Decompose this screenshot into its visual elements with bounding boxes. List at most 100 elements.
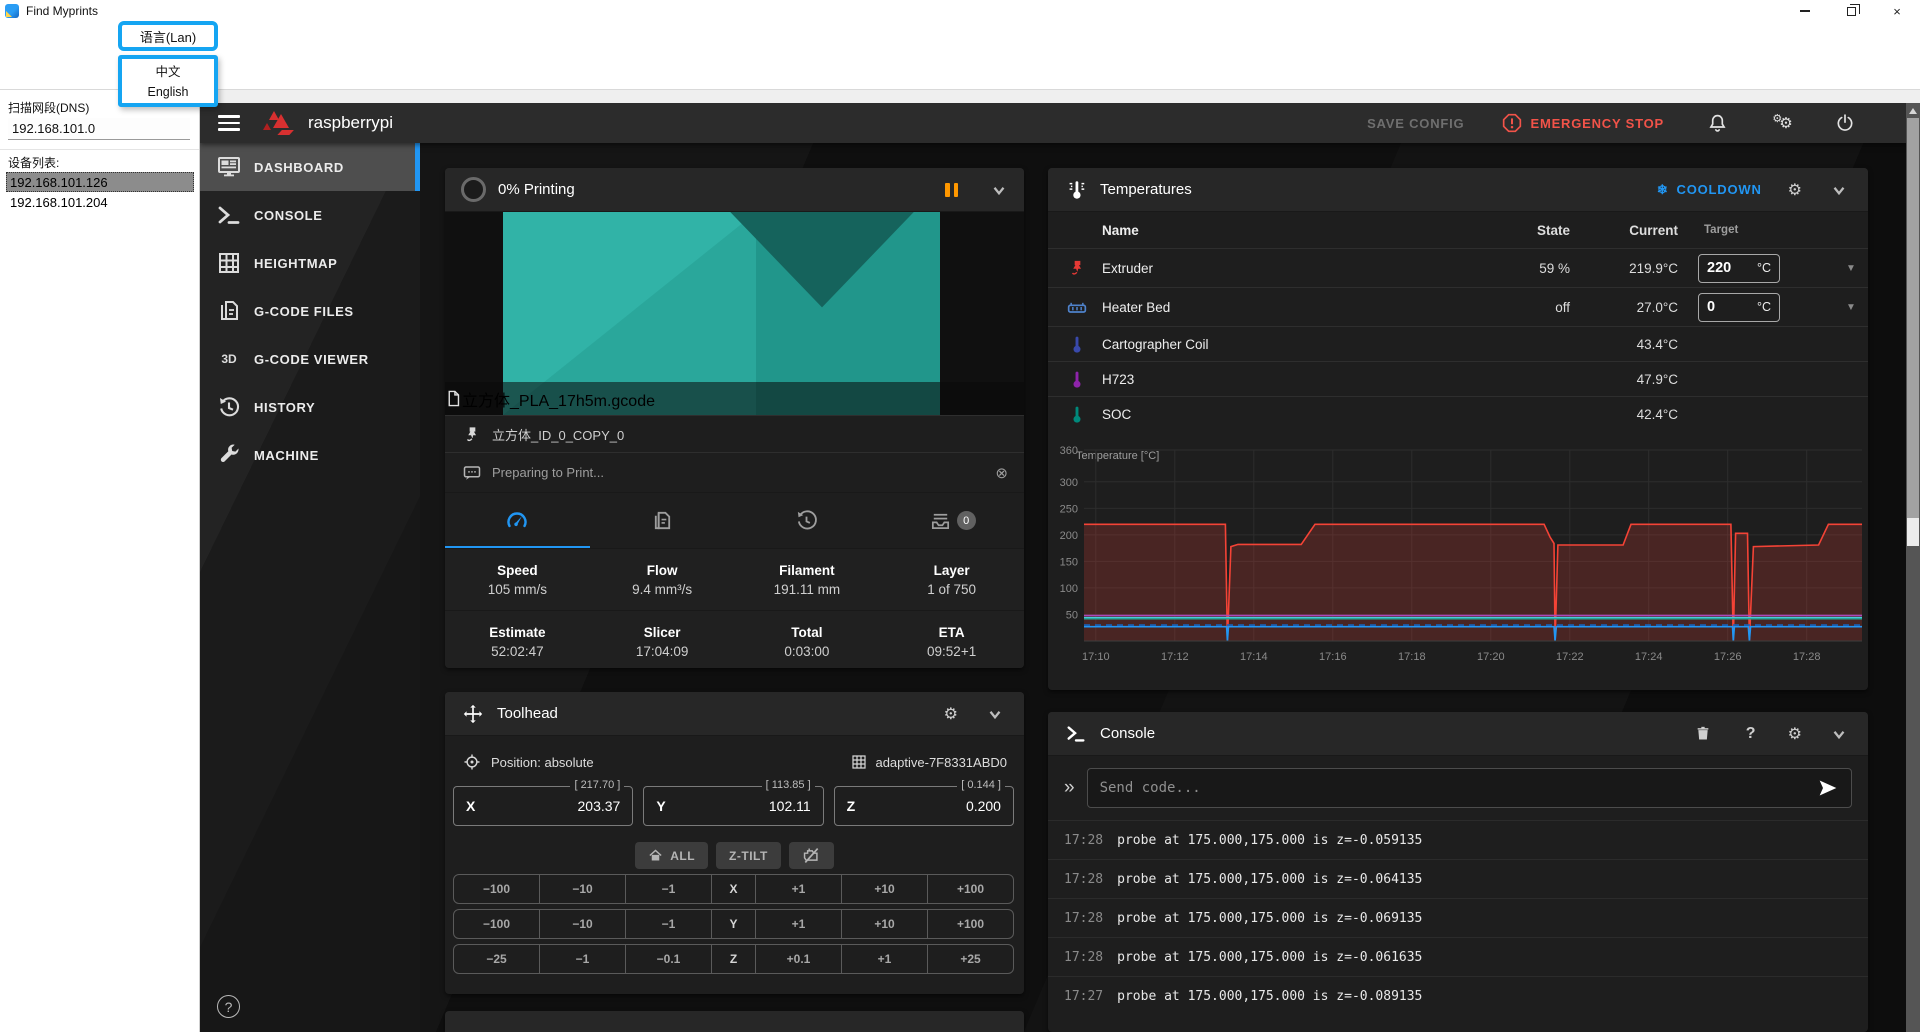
- target-temp-input[interactable]: 0°C: [1698, 293, 1780, 322]
- svg-text:17:10: 17:10: [1082, 651, 1110, 663]
- scrollbar-thumb[interactable]: [1907, 118, 1919, 518]
- jog-button[interactable]: −25: [454, 945, 539, 973]
- chevron-dropdown-icon[interactable]: ▼: [1834, 302, 1868, 313]
- jog-button[interactable]: +0.1: [755, 945, 841, 973]
- jog-button[interactable]: +100: [927, 910, 1013, 938]
- stat-label: Slicer: [644, 625, 681, 640]
- jog-button[interactable]: +1: [755, 910, 841, 938]
- help-question-icon[interactable]: ?: [1740, 723, 1762, 745]
- temperature-row-extruder: Extruder59 %219.9°C220°C▼: [1048, 248, 1868, 287]
- nav-item-g-code-files[interactable]: G-CODE FILES: [200, 287, 420, 335]
- thermometer-icon: [1062, 335, 1092, 354]
- nav-item-console[interactable]: CONSOLE: [200, 191, 420, 239]
- radiator-icon: [1062, 299, 1092, 315]
- nav-item-label: G-CODE FILES: [254, 304, 354, 319]
- jog-button[interactable]: −1: [625, 875, 711, 903]
- print-stat-filament: Filament 191.11 mm: [735, 549, 880, 610]
- svg-text:50: 50: [1066, 610, 1078, 622]
- mesh-grid-icon: [851, 754, 867, 770]
- chevron-down-icon[interactable]: [988, 179, 1010, 201]
- emergency-stop-button[interactable]: EMERGENCY STOP: [1502, 113, 1664, 133]
- power-icon[interactable]: [1834, 112, 1856, 134]
- tab-queue[interactable]: 0: [879, 493, 1024, 548]
- temperatures-panel: Temperatures ❄ COOLDOWN ⚙ Name State Cur…: [1048, 168, 1868, 690]
- pause-button[interactable]: [941, 179, 962, 201]
- jog-button[interactable]: −0.1: [625, 945, 711, 973]
- jog-button[interactable]: +25: [927, 945, 1013, 973]
- gear-icon[interactable]: ⚙: [1788, 180, 1802, 200]
- interface-settings-gears-icon[interactable]: ⚙⚙: [1770, 112, 1792, 134]
- print-stat-flow: Flow9.4 mm³/s: [590, 549, 735, 610]
- chevron-down-icon[interactable]: [984, 703, 1006, 725]
- nav-item-label: CONSOLE: [254, 208, 322, 223]
- chevron-down-icon[interactable]: [1828, 179, 1850, 201]
- device-list-item[interactable]: 192.168.101.126: [6, 172, 194, 192]
- close-message-icon[interactable]: ⊗: [995, 464, 1008, 482]
- tab-history[interactable]: [735, 493, 880, 548]
- expand-macros-icon[interactable]: »: [1064, 777, 1075, 799]
- jog-button[interactable]: −1: [539, 945, 625, 973]
- notifications-bell-icon[interactable]: [1706, 112, 1728, 134]
- gear-icon[interactable]: ⚙: [1788, 724, 1802, 744]
- menu-item-language[interactable]: 语言(Lan): [118, 21, 218, 51]
- nav-item-dashboard[interactable]: DASHBOARD: [200, 143, 420, 191]
- jog-button[interactable]: +10: [841, 875, 927, 903]
- stat-value: 52:02:47: [491, 644, 544, 659]
- nav-item-machine[interactable]: MACHINE: [200, 431, 420, 479]
- chevron-dropdown-icon[interactable]: ▼: [1834, 263, 1868, 274]
- scrollbar-up-arrow[interactable]: [1909, 108, 1917, 114]
- tab-speed[interactable]: [445, 493, 590, 548]
- jog-button[interactable]: +1: [841, 945, 927, 973]
- svg-text:360: 360: [1060, 445, 1078, 457]
- cooldown-button[interactable]: ❄ COOLDOWN: [1657, 182, 1762, 198]
- close-button[interactable]: ×: [1874, 0, 1920, 22]
- axis-letter: X: [466, 798, 475, 814]
- nozzle-icon: [462, 424, 482, 444]
- scan-subnet-input[interactable]: [8, 118, 190, 140]
- device-list: 192.168.101.126192.168.101.204: [6, 172, 194, 212]
- jog-button[interactable]: +1: [755, 875, 841, 903]
- minimize-button[interactable]: [1782, 0, 1828, 22]
- gear-icon[interactable]: ⚙: [944, 704, 958, 724]
- target-temp-input[interactable]: 220°C: [1698, 254, 1780, 283]
- svg-text:17:14: 17:14: [1240, 651, 1268, 663]
- stat-value: 191.11 mm: [774, 582, 841, 597]
- stat-label: Filament: [779, 563, 835, 578]
- jog-button[interactable]: −100: [454, 910, 539, 938]
- jog-button[interactable]: −10: [539, 875, 625, 903]
- jog-button[interactable]: −100: [454, 875, 539, 903]
- language-option-english[interactable]: English: [122, 81, 214, 103]
- axis-input-y[interactable]: [ 113.85 ]Y102.11: [643, 786, 823, 826]
- trash-icon[interactable]: [1692, 723, 1714, 745]
- svg-text:17:20: 17:20: [1477, 651, 1505, 663]
- log-timestamp: 17:28: [1064, 911, 1103, 926]
- device-list-item[interactable]: 192.168.101.204: [6, 192, 194, 212]
- z-tilt-button[interactable]: Z-TILT: [716, 842, 781, 869]
- axis-letter: Z: [847, 798, 856, 814]
- stat-label: Speed: [497, 563, 538, 578]
- octagon-alert-icon: [1502, 113, 1522, 133]
- svg-text:17:12: 17:12: [1161, 651, 1189, 663]
- send-icon[interactable]: [1817, 778, 1839, 798]
- axis-input-x[interactable]: [ 217.70 ]X203.37: [453, 786, 633, 826]
- axis-input-z[interactable]: [ 0.144 ]Z0.200: [834, 786, 1014, 826]
- help-icon[interactable]: ?: [217, 995, 240, 1018]
- language-option-chinese[interactable]: 中文: [122, 59, 214, 81]
- jog-button[interactable]: −1: [625, 910, 711, 938]
- save-config-button[interactable]: SAVE CONFIG: [1367, 116, 1464, 131]
- console-input[interactable]: [1100, 780, 1817, 796]
- nav-item-label: HISTORY: [254, 400, 315, 415]
- maximize-button[interactable]: [1828, 0, 1874, 22]
- motors-off-button[interactable]: [789, 842, 834, 869]
- jog-button[interactable]: −10: [539, 910, 625, 938]
- stat-label: Layer: [934, 563, 970, 578]
- nav-item-g-code-viewer[interactable]: 3DG-CODE VIEWER: [200, 335, 420, 383]
- nav-item-history[interactable]: HISTORY: [200, 383, 420, 431]
- chevron-down-icon[interactable]: [1828, 723, 1850, 745]
- hamburger-menu-icon[interactable]: [218, 115, 240, 130]
- nav-item-heightmap[interactable]: HEIGHTMAP: [200, 239, 420, 287]
- jog-button[interactable]: +10: [841, 910, 927, 938]
- jog-button[interactable]: +100: [927, 875, 1013, 903]
- home-all-button[interactable]: ALL: [635, 842, 708, 869]
- tab-files[interactable]: [590, 493, 735, 548]
